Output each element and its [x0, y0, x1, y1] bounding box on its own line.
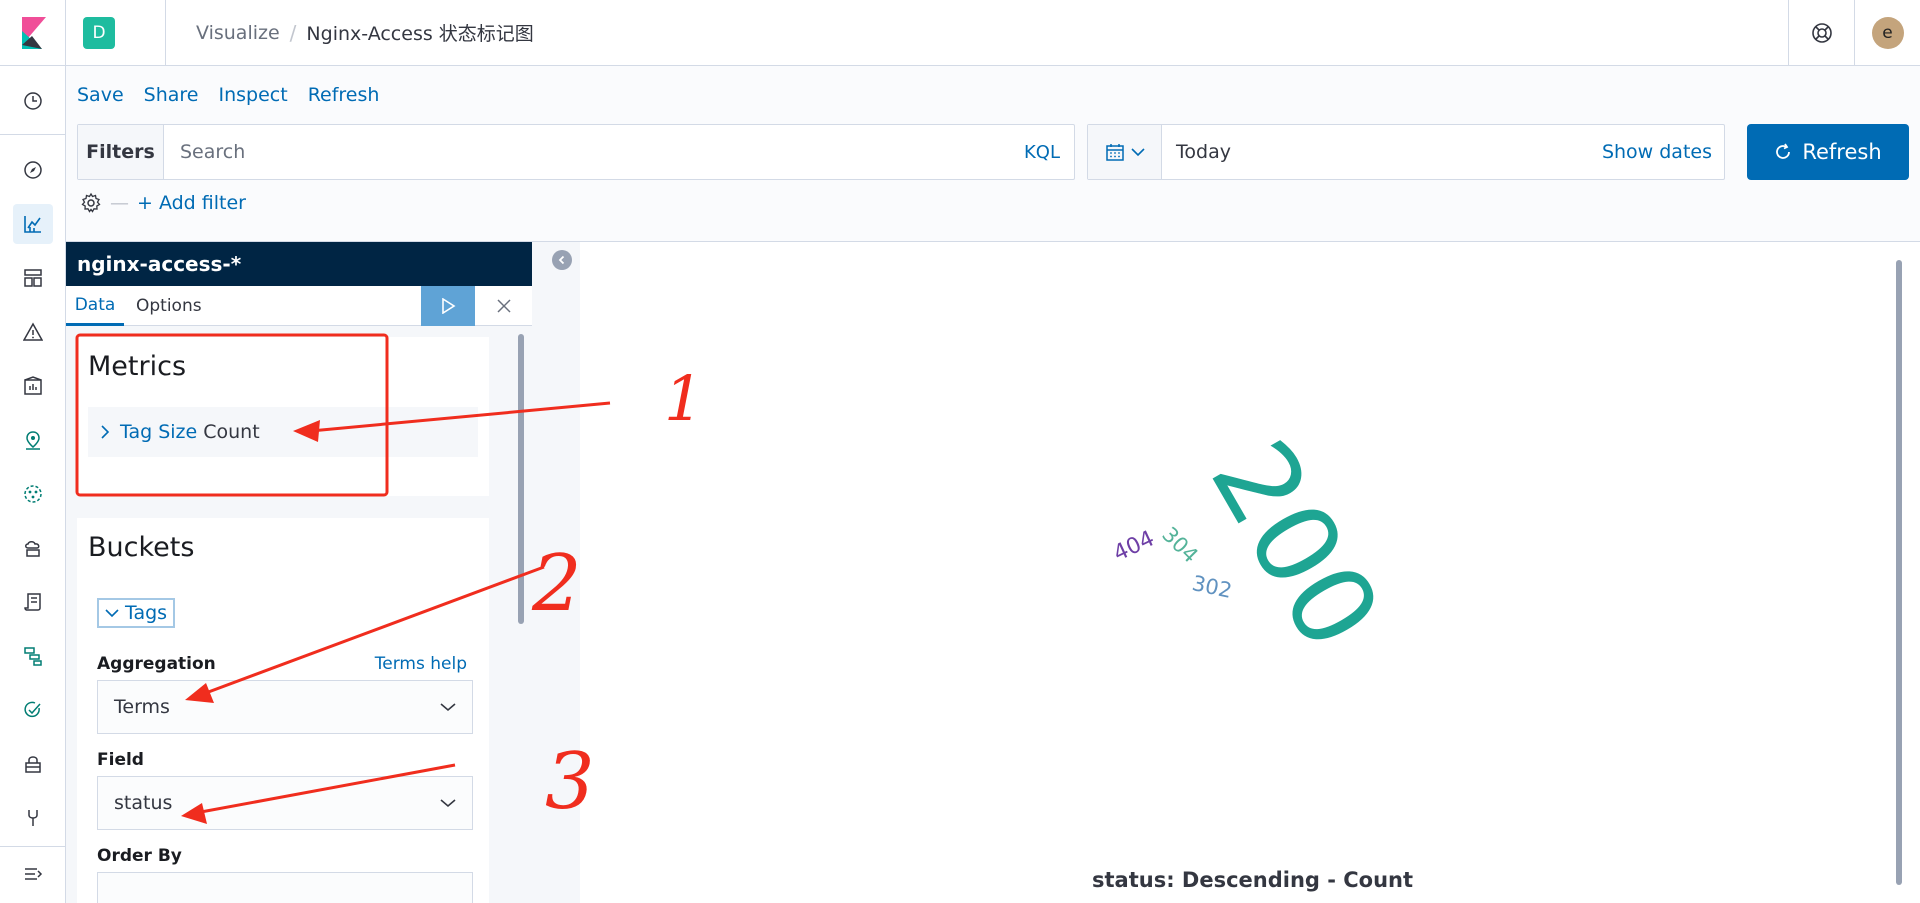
- kibana-logo-icon: [21, 16, 46, 49]
- field-label: Field: [97, 750, 144, 770]
- sidebar-scrollbar[interactable]: [518, 334, 524, 624]
- apm-icon[interactable]: [13, 636, 53, 676]
- close-icon: [497, 299, 511, 313]
- visualization-scrollbar[interactable]: [1896, 260, 1902, 885]
- bucket-tags-label: Tags: [125, 602, 168, 624]
- chevron-down-icon: [440, 799, 456, 808]
- refresh-icon: [1776, 143, 1791, 159]
- breadcrumb-current: Nginx-Access 状态标记图: [306, 23, 534, 45]
- date-value[interactable]: Today: [1162, 141, 1602, 163]
- collapse-sidebar-button[interactable]: [552, 250, 572, 270]
- apply-changes-button[interactable]: [421, 286, 475, 326]
- show-dates-link[interactable]: Show dates: [1602, 141, 1712, 163]
- chevron-down-icon: [105, 609, 119, 618]
- kql-toggle[interactable]: KQL: [1024, 142, 1060, 163]
- date-picker: Today Show dates: [1087, 124, 1725, 180]
- metric-name-label: Count: [203, 421, 260, 443]
- metric-tag-size[interactable]: Tag Size Count: [88, 407, 478, 457]
- visualize-icon[interactable]: [13, 204, 53, 244]
- order-by-select[interactable]: [97, 872, 473, 903]
- aggregation-label: Aggregation: [97, 654, 216, 674]
- query-bar: Filters KQL: [77, 124, 1075, 180]
- nav-divider: [0, 846, 66, 847]
- space-selector[interactable]: D: [66, 0, 166, 66]
- index-pattern-title: nginx-access-*: [66, 242, 532, 286]
- maps-icon[interactable]: [13, 420, 53, 460]
- add-filter-button[interactable]: + Add filter: [137, 192, 246, 214]
- refresh-button-label: Refresh: [1802, 140, 1882, 164]
- uptime-icon[interactable]: [13, 690, 53, 730]
- metric-type-label: Tag Size: [120, 421, 198, 443]
- quick-menu-button[interactable]: [1088, 125, 1162, 179]
- user-menu-button[interactable]: e: [1854, 0, 1920, 66]
- refresh-button[interactable]: Refresh: [1747, 124, 1909, 180]
- user-avatar: e: [1871, 17, 1904, 49]
- discard-changes-button[interactable]: [476, 286, 532, 326]
- buckets-title: Buckets: [88, 532, 195, 563]
- terms-help-link[interactable]: Terms help: [375, 654, 467, 674]
- help-button[interactable]: [1788, 0, 1854, 66]
- gear-icon[interactable]: [80, 192, 102, 214]
- order-by-label: Order By: [97, 846, 182, 866]
- refresh-link[interactable]: Refresh: [308, 84, 380, 106]
- chevron-down-icon: [1130, 148, 1145, 157]
- breadcrumb: Visualize / Nginx-Access 状态标记图: [196, 19, 534, 46]
- logs-icon[interactable]: [13, 582, 53, 622]
- metrics-title: Metrics: [88, 351, 187, 382]
- bucket-tags-toggle[interactable]: Tags: [97, 598, 176, 628]
- search-input[interactable]: [164, 125, 1024, 179]
- filter-divider: —: [110, 192, 129, 214]
- share-link[interactable]: Share: [144, 84, 199, 106]
- chevron-right-icon: [101, 425, 110, 439]
- recently-viewed-icon[interactable]: [13, 81, 53, 121]
- nav-collapse-icon[interactable]: [13, 854, 53, 894]
- nav-divider: [0, 134, 66, 135]
- sidebar-resize-strip: [532, 242, 580, 903]
- siem-warning-icon[interactable]: [13, 312, 53, 352]
- canvas-icon[interactable]: [13, 366, 53, 406]
- filters-label[interactable]: Filters: [78, 125, 164, 179]
- kibana-logo[interactable]: [0, 0, 66, 66]
- aggregation-select[interactable]: Terms: [97, 680, 473, 734]
- discover-compass-icon[interactable]: [13, 150, 53, 190]
- breadcrumb-visualize[interactable]: Visualize: [196, 22, 280, 44]
- ml-icon[interactable]: [13, 474, 53, 514]
- space-avatar[interactable]: D: [83, 16, 115, 49]
- field-value: status: [114, 792, 173, 814]
- save-link[interactable]: Save: [77, 84, 124, 106]
- inspect-link[interactable]: Inspect: [218, 84, 287, 106]
- buckets-panel: Buckets Tags Aggregation Terms help Term…: [77, 518, 489, 903]
- dev-tools-wrench-icon[interactable]: [13, 798, 53, 838]
- top-menu-links: Save Share Inspect Refresh: [77, 84, 379, 106]
- left-nav: [0, 66, 66, 903]
- breadcrumb-separator: /: [289, 20, 297, 45]
- help-lifebuoy-icon: [1811, 23, 1832, 43]
- aggregation-value: Terms: [114, 696, 170, 718]
- filter-row: — + Add filter: [80, 192, 246, 214]
- top-header: D Visualize / Nginx-Access 状态标记图 e: [0, 0, 1920, 66]
- infrastructure-icon[interactable]: [13, 528, 53, 568]
- security-lock-icon[interactable]: [13, 744, 53, 784]
- editor-sidebar: nginx-access-* Data Options Metrics Tag …: [66, 242, 532, 903]
- chevron-down-icon: [440, 703, 456, 712]
- dashboard-icon[interactable]: [13, 258, 53, 298]
- chevron-left-icon: [558, 255, 565, 265]
- top-nav-menu: Save Share Inspect Refresh Filters KQL T…: [66, 66, 1920, 242]
- tab-options[interactable]: Options: [136, 286, 202, 326]
- calendar-icon: [1105, 144, 1124, 161]
- visualization-label: status: Descending - Count: [1092, 868, 1414, 892]
- tab-data[interactable]: Data: [66, 286, 124, 326]
- play-icon: [442, 298, 456, 314]
- header-actions: e: [1788, 0, 1920, 66]
- field-select[interactable]: status: [97, 776, 473, 830]
- editor-tabs: Data Options: [66, 286, 532, 326]
- metrics-panel: Metrics Tag Size Count: [77, 337, 489, 496]
